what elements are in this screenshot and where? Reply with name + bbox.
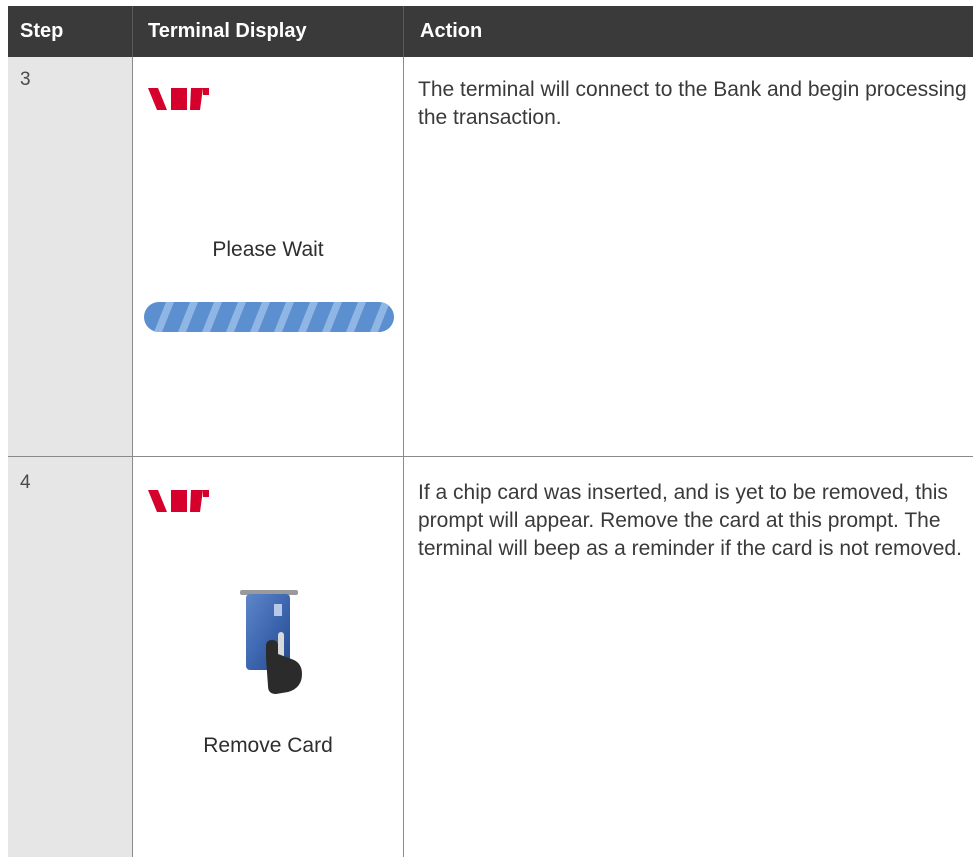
header-terminal-display: Terminal Display xyxy=(148,20,307,42)
table-header: Step Terminal Display Action xyxy=(8,6,973,57)
westpac-logo-icon xyxy=(148,490,209,512)
header-divider xyxy=(132,6,133,57)
step-number: 4 xyxy=(20,472,31,493)
header-action: Action xyxy=(420,20,483,42)
display-caption: Remove Card xyxy=(203,734,333,757)
header-divider xyxy=(403,6,404,57)
step-number: 3 xyxy=(20,69,31,90)
header-step: Step xyxy=(20,20,64,42)
column-divider xyxy=(403,57,404,857)
step-column xyxy=(8,57,132,857)
action-text: The terminal will connect to the Bank an… xyxy=(418,78,967,129)
remove-card-icon xyxy=(240,590,302,694)
progress-bar xyxy=(144,302,394,332)
instruction-table: Step Terminal Display Action 3 Please Wa… xyxy=(8,6,973,857)
display-caption: Please Wait xyxy=(212,238,324,261)
row-divider xyxy=(8,456,973,457)
westpac-logo-icon xyxy=(148,88,209,110)
action-text: If a chip card was inserted, and is yet … xyxy=(418,481,962,560)
